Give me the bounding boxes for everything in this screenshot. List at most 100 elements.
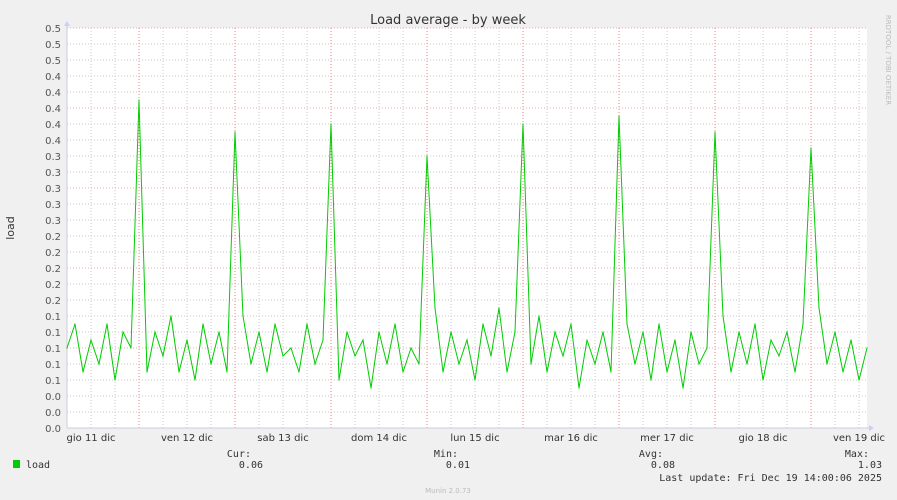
x-tick-label: gio 18 dic — [739, 433, 788, 444]
data-point — [266, 371, 268, 373]
load-chart: 0.0 0.0 0.0 0.1 0.1 0.1 0.1 0.1 0.2 0.2 0.2 0.2 0.2 0… — [4, 13, 892, 495]
y-tick-label: 0.1 — [45, 328, 61, 339]
x-tick-label: ven 19 dic — [833, 433, 885, 444]
data-point — [194, 379, 196, 381]
y-tick-label: 0.2 — [45, 248, 61, 259]
legend-name-load: load — [26, 460, 50, 471]
data-point — [866, 347, 868, 349]
y-tick-label: 0.3 — [45, 184, 61, 195]
x-tick-label: sab 13 dic — [257, 433, 308, 444]
data-point — [474, 379, 476, 381]
data-point — [802, 323, 804, 325]
data-point — [202, 323, 204, 325]
y-tick-label: 0.4 — [45, 72, 61, 83]
data-point — [274, 323, 276, 325]
data-point — [210, 363, 212, 365]
y-tick-label: 0.5 — [45, 24, 61, 35]
x-tick-label: gio 11 dic — [67, 433, 116, 444]
data-point — [754, 323, 756, 325]
data-point — [658, 323, 660, 325]
data-point — [362, 339, 364, 341]
data-point — [682, 387, 684, 389]
data-point — [770, 339, 772, 341]
data-point — [594, 363, 596, 365]
chart-title: Load average - by week — [370, 13, 526, 28]
data-point — [714, 131, 716, 133]
data-point — [378, 331, 380, 333]
data-point — [538, 315, 540, 317]
munin-version: Munin 2.0.73 — [425, 487, 471, 495]
x-axis: gio 11 dic ven 12 dic sab 13 dic dom 14 dic… — [67, 425, 885, 444]
legend-header-cur: Cur: — [227, 449, 251, 460]
data-point — [650, 379, 652, 381]
y-tick-label: 0.5 — [45, 56, 61, 67]
data-point — [322, 339, 324, 341]
data-point — [234, 131, 236, 133]
data-point — [66, 347, 68, 349]
y-tick-label: 0.3 — [45, 216, 61, 227]
x-axis-arrow-icon — [869, 425, 874, 431]
data-point — [290, 347, 292, 349]
data-point — [690, 331, 692, 333]
data-point — [250, 363, 252, 365]
data-point — [410, 347, 412, 349]
y-tick-label: 0.4 — [45, 104, 61, 115]
data-point — [490, 355, 492, 357]
y-tick-label: 0.2 — [45, 280, 61, 291]
y-tick-label: 0.0 — [45, 392, 61, 403]
legend-swatch-load — [13, 460, 20, 468]
legend-max-value: 1.03 — [858, 460, 882, 471]
y-tick-label: 0.1 — [45, 312, 61, 323]
data-point — [370, 387, 372, 389]
data-point — [674, 339, 676, 341]
y-tick-label: 0.5 — [45, 40, 61, 51]
data-point — [578, 387, 580, 389]
y-axis-label: load — [4, 216, 17, 240]
data-point — [402, 371, 404, 373]
y-tick-label: 0.0 — [45, 408, 61, 419]
data-point — [642, 331, 644, 333]
y-tick-label: 0.2 — [45, 264, 61, 275]
data-point — [530, 363, 532, 365]
data-point — [786, 331, 788, 333]
data-point — [706, 347, 708, 349]
data-point — [698, 363, 700, 365]
y-tick-label: 0.1 — [45, 376, 61, 387]
data-point — [298, 371, 300, 373]
data-point — [306, 323, 308, 325]
data-point — [330, 123, 332, 125]
data-point — [602, 331, 604, 333]
data-point — [74, 323, 76, 325]
data-point — [554, 331, 556, 333]
y-tick-label: 0.1 — [45, 360, 61, 371]
data-point — [666, 371, 668, 373]
data-point — [458, 363, 460, 365]
y-tick-label: 0.1 — [45, 344, 61, 355]
y-tick-label: 0.3 — [45, 200, 61, 211]
data-point — [138, 99, 140, 101]
rrdtool-watermark: RRDTOOL / TOBI OETIKER — [884, 15, 892, 105]
data-point — [394, 323, 396, 325]
data-point — [850, 339, 852, 341]
data-point — [434, 307, 436, 309]
x-tick-label: mer 17 dic — [640, 433, 694, 444]
data-point — [570, 323, 572, 325]
data-point — [626, 323, 628, 325]
y-tick-label: 0.0 — [45, 424, 61, 435]
data-point — [170, 315, 172, 317]
data-point — [794, 371, 796, 373]
data-point — [314, 363, 316, 365]
data-point — [82, 371, 84, 373]
data-point — [450, 331, 452, 333]
y-tick-label: 0.3 — [45, 168, 61, 179]
data-point — [226, 371, 228, 373]
legend-header-avg: Avg: — [639, 449, 663, 460]
legend-min-value: 0.01 — [446, 460, 470, 471]
data-point — [778, 355, 780, 357]
data-point — [418, 363, 420, 365]
data-point — [762, 379, 764, 381]
data-point — [562, 355, 564, 357]
data-point — [114, 379, 116, 381]
data-point — [386, 363, 388, 365]
data-point — [610, 371, 612, 373]
